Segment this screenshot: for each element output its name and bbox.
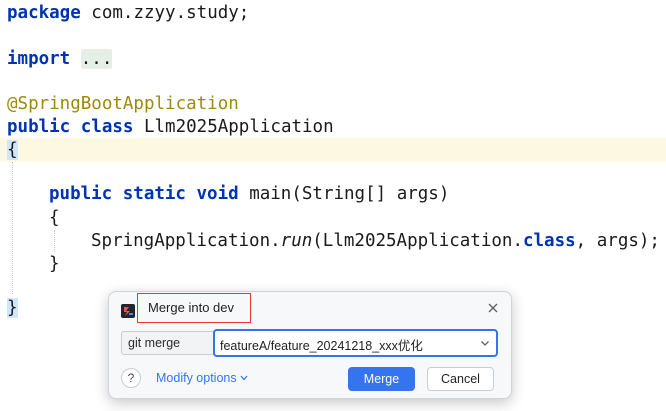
close-icon[interactable] <box>487 302 499 314</box>
class-close-brace: } <box>7 298 18 318</box>
code-line-package: package com.zzyy.study; <box>7 1 249 25</box>
code-line-open-brace: { <box>0 138 666 162</box>
dialog-title-highlight: Merge into dev <box>137 293 251 323</box>
code-line-class-close: } <box>7 296 18 320</box>
code-line-method-close: } <box>49 252 60 276</box>
branch-select-value: featureA/feature_20241218_xxx优化 <box>220 339 423 353</box>
branch-select[interactable]: featureA/feature_20241218_xxx优化 <box>213 329 498 357</box>
app-icon <box>121 304 135 318</box>
call-prefix: SpringApplication. <box>91 231 281 251</box>
keyword-package: package <box>7 3 81 23</box>
code-line-method-open: { <box>49 206 60 230</box>
keyword-public-class: public class <box>7 117 134 137</box>
code-line-import: import ... <box>7 47 113 71</box>
dialog-title: Merge into dev <box>148 300 234 315</box>
cancel-button[interactable]: Cancel <box>427 367 494 391</box>
package-name: com.zzyy.study; <box>80 3 250 23</box>
folded-imports[interactable]: ... <box>80 49 113 69</box>
modify-options-link[interactable]: Modify options <box>156 371 248 385</box>
merge-dialog[interactable]: Merge into dev git merge featureA/featur… <box>108 291 512 399</box>
git-merge-command-label: git merge <box>121 331 214 355</box>
code-line-main-method: public static void main(String[] args) <box>49 182 449 206</box>
command-label-text: git merge <box>128 336 181 350</box>
chevron-down-icon[interactable] <box>480 338 490 348</box>
call-method-run: run <box>280 231 313 251</box>
code-line-class-declaration: public class Llm2025Application <box>7 115 334 139</box>
main-method-signature: main(String[] args) <box>238 184 450 204</box>
chevron-down-icon <box>240 375 248 381</box>
call-args-start: (Llm2025Application. <box>312 231 523 251</box>
code-line-run-call: SpringApplication.run(Llm2025Application… <box>91 229 660 253</box>
call-args-end: , args); <box>575 231 660 251</box>
method-close-brace: } <box>49 254 60 274</box>
class-open-brace: { <box>7 140 18 160</box>
method-open-brace: { <box>49 208 60 228</box>
class-name: Llm2025Application <box>133 117 334 137</box>
indent-guide <box>54 230 55 252</box>
keyword-class: class <box>522 231 576 251</box>
keyword-import: import <box>7 49 71 69</box>
annotation-springbootapplication: @SpringBootApplication <box>7 94 239 114</box>
merge-button[interactable]: Merge <box>348 367 415 391</box>
help-button[interactable]: ? <box>121 368 141 388</box>
indent-guide <box>12 162 13 294</box>
code-line-annotation: @SpringBootApplication <box>7 92 239 116</box>
keyword-public-static-void: public static void <box>49 184 239 204</box>
modify-options-label: Modify options <box>156 371 237 385</box>
